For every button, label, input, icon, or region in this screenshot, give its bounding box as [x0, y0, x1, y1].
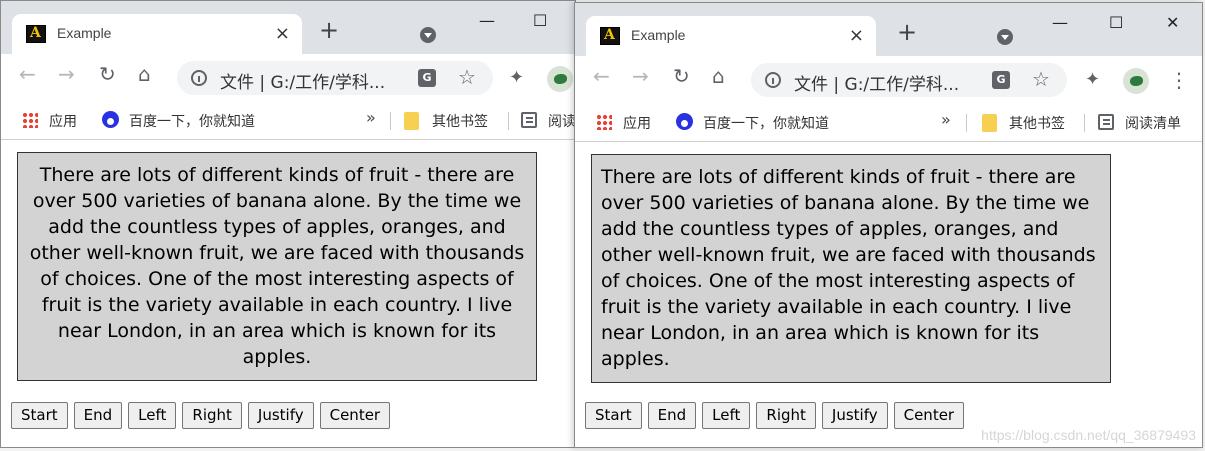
reload-icon[interactable]: ↻: [99, 64, 116, 84]
favicon-icon: [600, 27, 620, 45]
maximize-button[interactable]: ☐: [1109, 13, 1123, 32]
left-button[interactable]: Left: [128, 402, 177, 429]
browser-window-left: Example × + — ☐ ← → ↻ ⌂ 文件 | G:/工作/学科...…: [0, 0, 576, 448]
maximize-button[interactable]: ☐: [533, 11, 547, 30]
start-button[interactable]: Start: [11, 402, 68, 429]
end-button[interactable]: End: [647, 402, 697, 429]
right-button[interactable]: Right: [182, 402, 242, 429]
justify-button[interactable]: Justify: [821, 402, 888, 429]
reading-list-icon: [1098, 114, 1114, 130]
reload-icon[interactable]: ↻: [673, 66, 690, 86]
titlebar: Example × + — ☐ ✕: [575, 3, 1202, 56]
baidu-icon: [102, 111, 119, 128]
apps-icon: [596, 114, 612, 130]
center-button[interactable]: Center: [319, 402, 391, 429]
left-button[interactable]: Left: [702, 402, 751, 429]
folder-icon: [404, 112, 419, 130]
menu-icon[interactable]: ⋮: [1169, 68, 1189, 92]
browser-window-right: Example × + — ☐ ✕ ← → ↻ ⌂ 文件 | G:/工作/学科.…: [574, 2, 1203, 448]
tab-close-icon[interactable]: ×: [275, 23, 290, 44]
bookmark-other[interactable]: 其他书签: [432, 111, 488, 131]
address-bar[interactable]: 文件 | G:/工作/学科... G ☆: [751, 63, 1067, 97]
back-icon[interactable]: ←: [19, 64, 36, 84]
address-text: 文件 | G:/工作/学科...: [794, 75, 960, 95]
button-row: Start End Left Right Justify Center: [11, 402, 391, 429]
bookmark-other[interactable]: 其他书签: [1009, 113, 1065, 133]
tab-search-icon[interactable]: [997, 29, 1013, 45]
profile-avatar[interactable]: [1123, 68, 1149, 94]
titlebar: Example × + — ☐: [1, 1, 575, 54]
translate-icon[interactable]: G: [418, 69, 436, 87]
divider: [390, 112, 391, 130]
new-tab-button[interactable]: +: [319, 18, 339, 42]
forward-icon[interactable]: →: [632, 66, 649, 86]
right-button[interactable]: Right: [756, 402, 816, 429]
tab-close-icon[interactable]: ×: [849, 25, 864, 46]
toolbar: ← → ↻ ⌂ 文件 | G:/工作/学科... G ☆ ✦ ⋮: [575, 56, 1202, 104]
address-text: 文件 | G:/工作/学科...: [220, 73, 386, 93]
watermark: https://blog.csdn.net/qq_36879493: [981, 427, 1196, 443]
minimize-button[interactable]: —: [1052, 13, 1068, 32]
more-bookmarks-icon[interactable]: »: [366, 108, 376, 127]
info-icon[interactable]: [765, 72, 781, 88]
bookmarks-bar: 应用 百度一下，你就知道 » 其他书签 阅读清单: [575, 104, 1202, 142]
page-content: There are lots of different kinds of fru…: [1, 141, 575, 447]
reading-list-icon: [521, 112, 537, 128]
divider: [508, 112, 509, 130]
start-button[interactable]: Start: [585, 402, 642, 429]
home-icon[interactable]: ⌂: [138, 64, 151, 84]
forward-icon[interactable]: →: [58, 64, 75, 84]
divider: [966, 114, 967, 132]
reading-list[interactable]: 阅读清单: [1125, 113, 1181, 133]
center-button[interactable]: Center: [893, 402, 965, 429]
end-button[interactable]: End: [73, 402, 123, 429]
back-icon[interactable]: ←: [593, 66, 610, 86]
fruit-paragraph: There are lots of different kinds of fru…: [591, 154, 1111, 383]
info-icon[interactable]: [191, 70, 207, 86]
translate-icon[interactable]: G: [992, 71, 1010, 89]
address-bar[interactable]: 文件 | G:/工作/学科... G ☆: [177, 61, 493, 95]
star-icon[interactable]: ☆: [1032, 67, 1050, 91]
extensions-icon[interactable]: ✦: [1085, 69, 1100, 90]
tab-search-icon[interactable]: [420, 27, 436, 43]
extensions-icon[interactable]: ✦: [509, 67, 524, 88]
folder-icon: [982, 114, 997, 132]
justify-button[interactable]: Justify: [247, 402, 314, 429]
bookmark-apps[interactable]: 应用: [623, 113, 651, 133]
tab-example[interactable]: Example ×: [12, 14, 302, 54]
reading-list[interactable]: 阅读: [548, 111, 575, 131]
bookmark-baidu[interactable]: 百度一下，你就知道: [703, 113, 829, 133]
bookmarks-bar: 应用 百度一下，你就知道 » 其他书签 阅读: [1, 102, 575, 140]
favicon-icon: [26, 25, 46, 43]
more-bookmarks-icon[interactable]: »: [941, 110, 951, 129]
minimize-button[interactable]: —: [479, 11, 495, 30]
tab-title: Example: [57, 25, 112, 41]
close-window-button[interactable]: ✕: [1166, 13, 1179, 32]
fruit-paragraph: There are lots of different kinds of fru…: [17, 152, 537, 381]
bookmark-baidu[interactable]: 百度一下，你就知道: [129, 111, 255, 131]
tab-example[interactable]: Example ×: [586, 16, 876, 56]
button-row: Start End Left Right Justify Center: [585, 402, 965, 429]
baidu-icon: [676, 113, 693, 130]
toolbar: ← → ↻ ⌂ 文件 | G:/工作/学科... G ☆ ✦: [1, 54, 575, 102]
divider: [1084, 114, 1085, 132]
page-content: There are lots of different kinds of fru…: [575, 143, 1202, 447]
home-icon[interactable]: ⌂: [712, 66, 725, 86]
new-tab-button[interactable]: +: [897, 20, 917, 44]
apps-icon: [22, 112, 38, 128]
profile-avatar[interactable]: [547, 66, 573, 92]
star-icon[interactable]: ☆: [458, 65, 476, 89]
tab-title: Example: [631, 27, 686, 43]
bookmark-apps[interactable]: 应用: [49, 111, 77, 131]
